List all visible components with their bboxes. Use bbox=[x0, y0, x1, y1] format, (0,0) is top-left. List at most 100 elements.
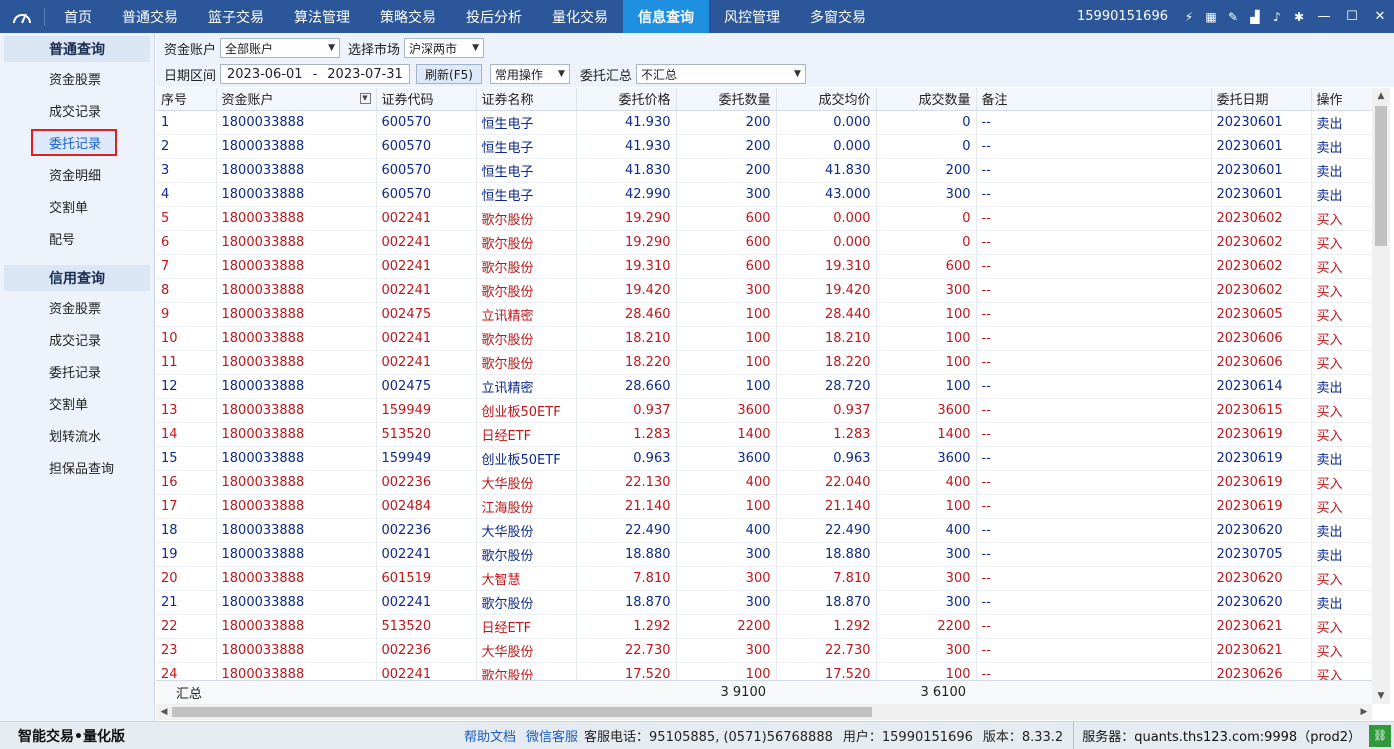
vertical-scroll-thumb[interactable] bbox=[1375, 106, 1387, 246]
column-header-9[interactable]: 委托日期 bbox=[1211, 88, 1312, 111]
table-row[interactable]: 16 1800033888 002236 大华股份 22.130 400 22.040 400… bbox=[156, 470, 1372, 495]
layout-icon[interactable]: ▦ bbox=[1200, 0, 1222, 33]
table-cell[interactable]: 卖出 bbox=[1311, 158, 1372, 183]
bell-icon[interactable]: ♪ bbox=[1266, 0, 1288, 33]
table-row[interactable]: 11 1800033888 002241 歌尔股份 18.220 100 18.220 100… bbox=[156, 350, 1372, 375]
sidebar-item-items2-4[interactable]: 划转流水 bbox=[0, 419, 154, 451]
market-select[interactable]: 沪深两市 ▼ bbox=[404, 38, 485, 58]
horizontal-scrollbar[interactable]: ◀ ▶ bbox=[156, 704, 1372, 720]
menu-item-3[interactable]: 算法管理 bbox=[279, 0, 365, 33]
table-cell[interactable]: 买入 bbox=[1311, 494, 1372, 519]
table-row[interactable]: 1 1800033888 600570 恒生电子 41.930 200 0.000 0 -- 20… bbox=[156, 110, 1372, 135]
sidebar-item-items1-3[interactable]: 资金明细 bbox=[0, 158, 154, 190]
menu-item-1[interactable]: 普通交易 bbox=[107, 0, 193, 33]
column-header-7[interactable]: 成交数量 bbox=[876, 88, 977, 111]
table-cell[interactable]: 卖出 bbox=[1311, 590, 1372, 615]
table-row[interactable]: 5 1800033888 002241 歌尔股份 19.290 600 0.000 0 -- 20… bbox=[156, 206, 1372, 231]
table-row[interactable]: 22 1800033888 513520 日经ETF 1.292 2200 1.292 220… bbox=[156, 614, 1372, 639]
table-cell[interactable]: 买入 bbox=[1311, 398, 1372, 423]
column-header-1[interactable]: 资金账户 ▼ bbox=[216, 88, 377, 111]
account-select[interactable]: 全部账户 ▼ bbox=[220, 38, 341, 58]
table-row[interactable]: 10 1800033888 002241 歌尔股份 18.210 100 18.210 100… bbox=[156, 326, 1372, 351]
table-cell[interactable]: 卖出 bbox=[1311, 542, 1372, 567]
table-row[interactable]: 15 1800033888 159949 创业板50ETF 0.963 3600 0.963… bbox=[156, 446, 1372, 471]
table-row[interactable]: 7 1800033888 002241 歌尔股份 19.310 600 19.310 600-… bbox=[156, 254, 1372, 279]
menu-item-5[interactable]: 投后分析 bbox=[451, 0, 537, 33]
close-icon[interactable]: ✕ bbox=[1366, 0, 1394, 33]
date-range-input[interactable]: 2023-06-01 - 2023-07-31 bbox=[220, 64, 411, 84]
summary-select[interactable]: 不汇总 ▼ bbox=[635, 64, 806, 84]
scroll-up-icon[interactable]: ▲ bbox=[1372, 88, 1390, 104]
table-cell[interactable]: 买入 bbox=[1311, 278, 1372, 303]
menu-item-7[interactable]: 信息查询 bbox=[623, 0, 709, 33]
sidebar-item-items1-4[interactable]: 交割单 bbox=[0, 190, 154, 222]
table-row[interactable]: 20 1800033888 601519 大智慧 7.810 300 7.810 300 -- 2… bbox=[156, 566, 1372, 591]
refresh-button[interactable]: 刷新(F5) bbox=[416, 64, 482, 84]
vertical-scrollbar[interactable]: ▲ ▼ bbox=[1372, 88, 1390, 704]
table-row[interactable]: 6 1800033888 002241 歌尔股份 19.290 600 0.000 0 -- 20… bbox=[156, 230, 1372, 255]
table-cell[interactable]: 买入 bbox=[1311, 470, 1372, 495]
menu-item-8[interactable]: 风控管理 bbox=[709, 0, 795, 33]
sidebar-item-items1-1[interactable]: 成交记录 bbox=[0, 94, 154, 126]
chart-icon[interactable]: ▟ bbox=[1244, 0, 1266, 33]
table-row[interactable]: 4 1800033888 600570 恒生电子 42.990 300 43.000 300-… bbox=[156, 182, 1372, 207]
app-logo-icon[interactable] bbox=[0, 0, 44, 33]
table-cell[interactable]: 买入 bbox=[1311, 254, 1372, 279]
sidebar-item-items2-3[interactable]: 交割单 bbox=[0, 387, 154, 419]
minimize-icon[interactable]: — bbox=[1310, 0, 1338, 33]
horizontal-scroll-thumb[interactable] bbox=[172, 707, 872, 717]
table-row[interactable]: 18 1800033888 002236 大华股份 22.490 400 22.490 400… bbox=[156, 518, 1372, 543]
table-row[interactable]: 12 1800033888 002475 立讯精密 28.660 100 28.720 100… bbox=[156, 374, 1372, 399]
table-row[interactable]: 8 1800033888 002241 歌尔股份 19.420 300 19.420 300-… bbox=[156, 278, 1372, 303]
table-cell[interactable]: 买入 bbox=[1311, 614, 1372, 639]
sidebar-item-items2-5[interactable]: 担保品查询 bbox=[0, 451, 154, 483]
scroll-down-icon[interactable]: ▼ bbox=[1372, 688, 1390, 704]
lightning-icon[interactable]: ⚡ bbox=[1178, 0, 1200, 33]
table-row[interactable]: 21 1800033888 002241 歌尔股份 18.870 300 18.870 300… bbox=[156, 590, 1372, 615]
column-header-3[interactable]: 证券名称 bbox=[476, 88, 577, 111]
help-docs-link[interactable]: 帮助文档 bbox=[464, 726, 516, 745]
table-cell[interactable]: 买入 bbox=[1311, 422, 1372, 447]
table-cell[interactable]: 买入 bbox=[1311, 566, 1372, 591]
sidebar-item-items1-5[interactable]: 配号 bbox=[0, 222, 154, 254]
table-row[interactable]: 14 1800033888 513520 日经ETF 1.283 1400 1.283 140… bbox=[156, 422, 1372, 447]
table-cell[interactable]: 卖出 bbox=[1311, 182, 1372, 207]
sidebar-item-items1-0[interactable]: 资金股票 bbox=[0, 62, 154, 94]
scroll-right-icon[interactable]: ▶ bbox=[1356, 704, 1372, 720]
menu-item-6[interactable]: 量化交易 bbox=[537, 0, 623, 33]
table-row[interactable]: 9 1800033888 002475 立讯精密 28.460 100 28.440 100-… bbox=[156, 302, 1372, 327]
table-cell[interactable]: 卖出 bbox=[1311, 518, 1372, 543]
menu-item-2[interactable]: 篮子交易 bbox=[193, 0, 279, 33]
table-cell[interactable]: 买入 bbox=[1311, 638, 1372, 663]
column-header-6[interactable]: 成交均价 bbox=[776, 88, 877, 111]
maximize-icon[interactable]: ☐ bbox=[1338, 0, 1366, 33]
gear-icon[interactable]: ✱ bbox=[1288, 0, 1310, 33]
table-cell[interactable]: 卖出 bbox=[1311, 110, 1372, 135]
scroll-left-icon[interactable]: ◀ bbox=[156, 704, 172, 720]
table-row[interactable]: 17 1800033888 002484 江海股份 21.140 100 21.140 100… bbox=[156, 494, 1372, 519]
column-header-5[interactable]: 委托数量 bbox=[676, 88, 777, 111]
column-filter-icon[interactable]: ▼ bbox=[359, 93, 371, 105]
menu-item-0[interactable]: 首页 bbox=[49, 0, 107, 33]
connection-link-icon[interactable]: ⛓ bbox=[1369, 724, 1391, 747]
column-header-8[interactable]: 备注 bbox=[976, 88, 1212, 111]
table-cell[interactable]: 买入 bbox=[1311, 326, 1372, 351]
table-cell[interactable]: 卖出 bbox=[1311, 374, 1372, 399]
sidebar-item-items2-1[interactable]: 成交记录 bbox=[0, 323, 154, 355]
table-cell[interactable]: 买入 bbox=[1311, 206, 1372, 231]
column-header-10[interactable]: 操作 bbox=[1311, 88, 1372, 111]
column-header-2[interactable]: 证券代码 bbox=[376, 88, 477, 111]
sidebar-item-items1-2[interactable]: 委托记录 bbox=[0, 126, 154, 158]
table-row[interactable]: 19 1800033888 002241 歌尔股份 18.880 300 18.880 300… bbox=[156, 542, 1372, 567]
column-header-4[interactable]: 委托价格 bbox=[576, 88, 677, 111]
menu-item-4[interactable]: 策略交易 bbox=[365, 0, 451, 33]
pin-icon[interactable]: ✎ bbox=[1222, 0, 1244, 33]
table-cell[interactable]: 买入 bbox=[1311, 302, 1372, 327]
table-cell[interactable]: 买入 bbox=[1311, 230, 1372, 255]
menu-item-9[interactable]: 多窗交易 bbox=[795, 0, 881, 33]
table-cell[interactable]: 卖出 bbox=[1311, 446, 1372, 471]
table-row[interactable]: 2 1800033888 600570 恒生电子 41.930 200 0.000 0 -- 20… bbox=[156, 134, 1372, 159]
common-ops-select[interactable]: 常用操作 ▼ bbox=[489, 64, 570, 84]
table-cell[interactable]: 买入 bbox=[1311, 350, 1372, 375]
table-row[interactable]: 13 1800033888 159949 创业板50ETF 0.937 3600 0.937… bbox=[156, 398, 1372, 423]
